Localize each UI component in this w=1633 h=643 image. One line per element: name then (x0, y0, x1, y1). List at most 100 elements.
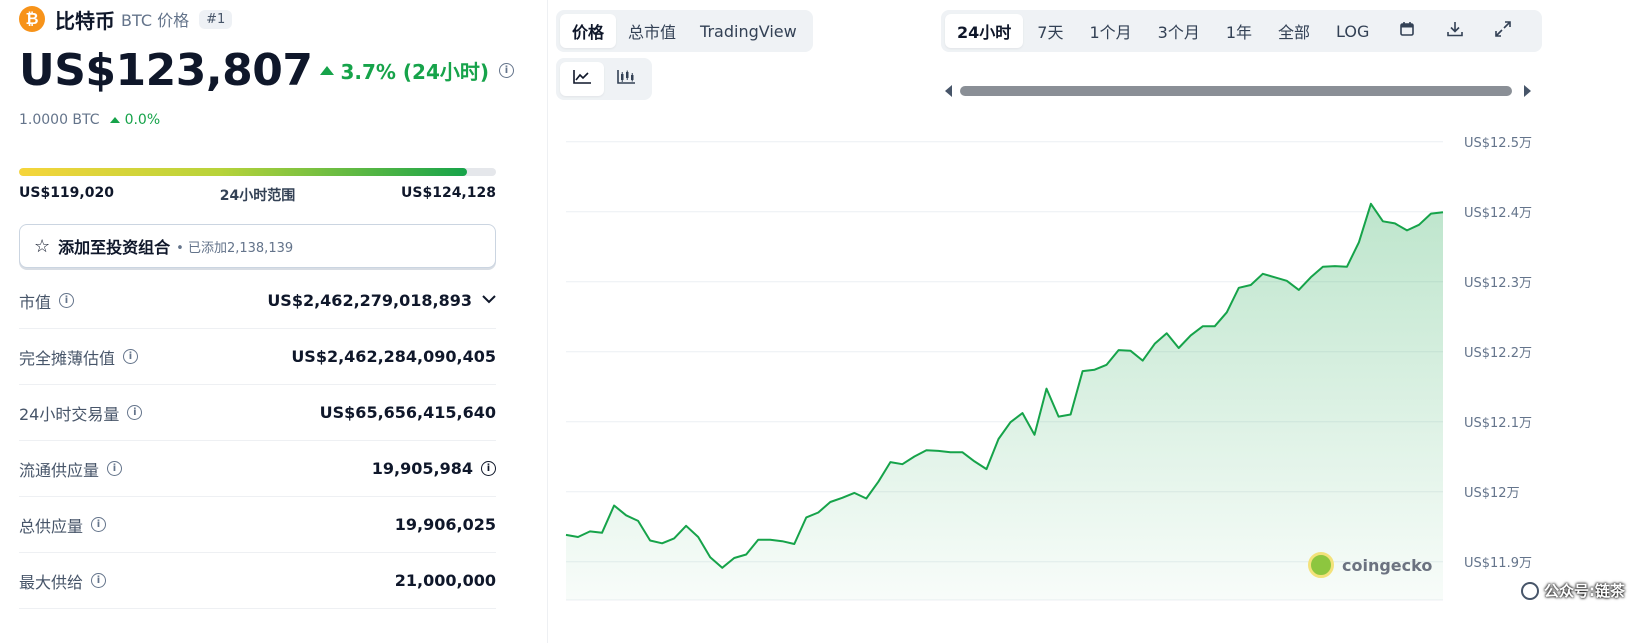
add-to-portfolio-button[interactable]: ☆ 添加至投资组合 • 已添加2,138,139 (19, 224, 496, 268)
range-log[interactable]: LOG (1324, 14, 1381, 48)
data-point (1308, 274, 1314, 280)
chart-panel: 价格 总市值 TradingView 24小时 7天 1个月 3个月 1年 全部… (548, 0, 1633, 643)
price-chart[interactable]: US$12.5万 US$12.4万 US$12.3万 US$12.2万 US$12.1万… (548, 110, 1633, 610)
data-point (1092, 367, 1098, 373)
stat-row-market-cap: 市值 i US$2,462,279,018,893 (19, 273, 496, 329)
info-icon[interactable]: i (127, 405, 143, 420)
price-change-24h: 3.7% (24小时) (340, 59, 489, 84)
range-3m[interactable]: 3个月 (1146, 14, 1212, 48)
stat-row-max-supply: 最大供给 i 21,000,000 (19, 553, 496, 609)
chart-tabs: 价格 总市值 TradingView (556, 10, 813, 52)
stat-value: 19,906,025 (394, 515, 496, 534)
data-point (743, 552, 749, 558)
info-icon[interactable]: i (107, 461, 123, 476)
download-icon (1446, 20, 1464, 42)
data-point (1068, 412, 1074, 418)
price-area (566, 203, 1443, 601)
range-1y[interactable]: 1年 (1214, 14, 1264, 48)
chevron-down-icon[interactable] (482, 293, 496, 308)
coin-overview-panel: ₿ 比特币 BTC 价格 #1 US$123,807 3.7% (24小时) i… (0, 0, 548, 643)
portfolio-count: • 已添加2,138,139 (176, 240, 294, 256)
info-icon[interactable]: i (91, 517, 107, 532)
data-point (1116, 347, 1122, 353)
stat-value: US$2,462,284,090,405 (291, 347, 496, 366)
tab-tradingview[interactable]: TradingView (688, 14, 809, 48)
data-point (1404, 227, 1410, 233)
data-point (647, 538, 653, 544)
data-point (1200, 323, 1206, 329)
data-point (1344, 264, 1350, 270)
candlestick-chart-icon (616, 69, 636, 89)
stats-list: 市值 i US$2,462,279,018,893 完全摊薄估值 i US$2,46… (19, 273, 496, 609)
data-point (779, 538, 785, 544)
range-24h-labels: US$119,020 24小时范围 US$124,128 (19, 185, 496, 205)
data-point (1128, 348, 1134, 354)
coingecko-watermark: coingecko (1308, 552, 1432, 578)
data-point (587, 528, 593, 534)
data-point (1176, 345, 1182, 351)
info-icon[interactable]: i (499, 62, 514, 78)
data-point (1272, 274, 1278, 280)
data-point (1212, 323, 1218, 329)
info-icon[interactable]: i (481, 461, 496, 476)
candlestick-chart-button[interactable] (604, 62, 648, 96)
data-point (959, 449, 965, 455)
stat-value: US$65,656,415,640 (319, 403, 496, 422)
data-point (599, 530, 605, 536)
bitcoin-logo-icon: ₿ (19, 6, 45, 32)
line-chart-button[interactable] (560, 62, 604, 96)
range-7d[interactable]: 7天 (1025, 14, 1075, 48)
y-tick-label: US$12.1万 (1464, 416, 1532, 431)
info-icon[interactable]: i (123, 349, 139, 364)
range-high: US$124,128 (401, 185, 496, 201)
data-point (1044, 386, 1050, 392)
data-point (1104, 362, 1110, 368)
data-point (851, 490, 857, 496)
coin-title-row: ₿ 比特币 BTC 价格 #1 (19, 6, 233, 33)
data-point (563, 532, 569, 538)
y-tick-label: US$12.5万 (1464, 136, 1532, 151)
stat-row-volume: 24小时交易量 i US$65,656,415,640 (19, 385, 496, 441)
info-icon[interactable]: i (59, 293, 75, 308)
expand-button[interactable] (1479, 14, 1527, 48)
data-point (899, 461, 905, 467)
stat-value: US$2,462,279,018,893 (267, 291, 472, 310)
portfolio-count-text: 已添加2,138,139 (187, 240, 294, 256)
scroll-thumb[interactable] (960, 86, 1512, 96)
coingecko-logo-icon (1308, 552, 1334, 578)
portfolio-label: 添加至投资组合 (58, 238, 171, 257)
tab-market-cap[interactable]: 总市值 (616, 14, 688, 48)
data-point (611, 503, 617, 509)
tab-price[interactable]: 价格 (560, 14, 617, 48)
data-point (1188, 332, 1194, 338)
data-point (863, 496, 869, 502)
data-point (1032, 432, 1038, 438)
price-row: US$123,807 3.7% (24小时) i (19, 42, 514, 98)
data-point (623, 512, 629, 518)
scroll-left-icon[interactable] (945, 85, 952, 97)
download-button[interactable] (1431, 14, 1479, 48)
stat-label: 24小时交易量 (19, 404, 120, 424)
data-point (947, 449, 953, 455)
data-point (1152, 341, 1158, 347)
data-point (659, 540, 665, 546)
time-range-tabs: 24小时 7天 1个月 3个月 1年 全部 LOG (941, 10, 1542, 52)
chart-scrollbar[interactable] (945, 80, 1535, 102)
stat-row-fdv: 完全摊薄估值 i US$2,462,284,090,405 (19, 329, 496, 385)
stat-value: 19,905,984 (371, 459, 473, 478)
range-low: US$119,020 (19, 185, 114, 201)
data-point (719, 565, 725, 571)
data-point (923, 447, 929, 453)
calendar-button[interactable] (1383, 14, 1431, 48)
scroll-right-icon[interactable] (1524, 85, 1531, 97)
range-24h-fill (19, 168, 468, 176)
range-24h[interactable]: 24小时 (945, 14, 1024, 48)
star-icon: ☆ (34, 235, 51, 257)
range-1m[interactable]: 1个月 (1077, 14, 1143, 48)
info-icon[interactable]: i (91, 573, 107, 588)
data-point (1356, 239, 1362, 245)
data-point (1332, 263, 1338, 269)
account-icon (1521, 581, 1539, 600)
data-point (911, 454, 917, 460)
range-all[interactable]: 全部 (1266, 14, 1322, 48)
